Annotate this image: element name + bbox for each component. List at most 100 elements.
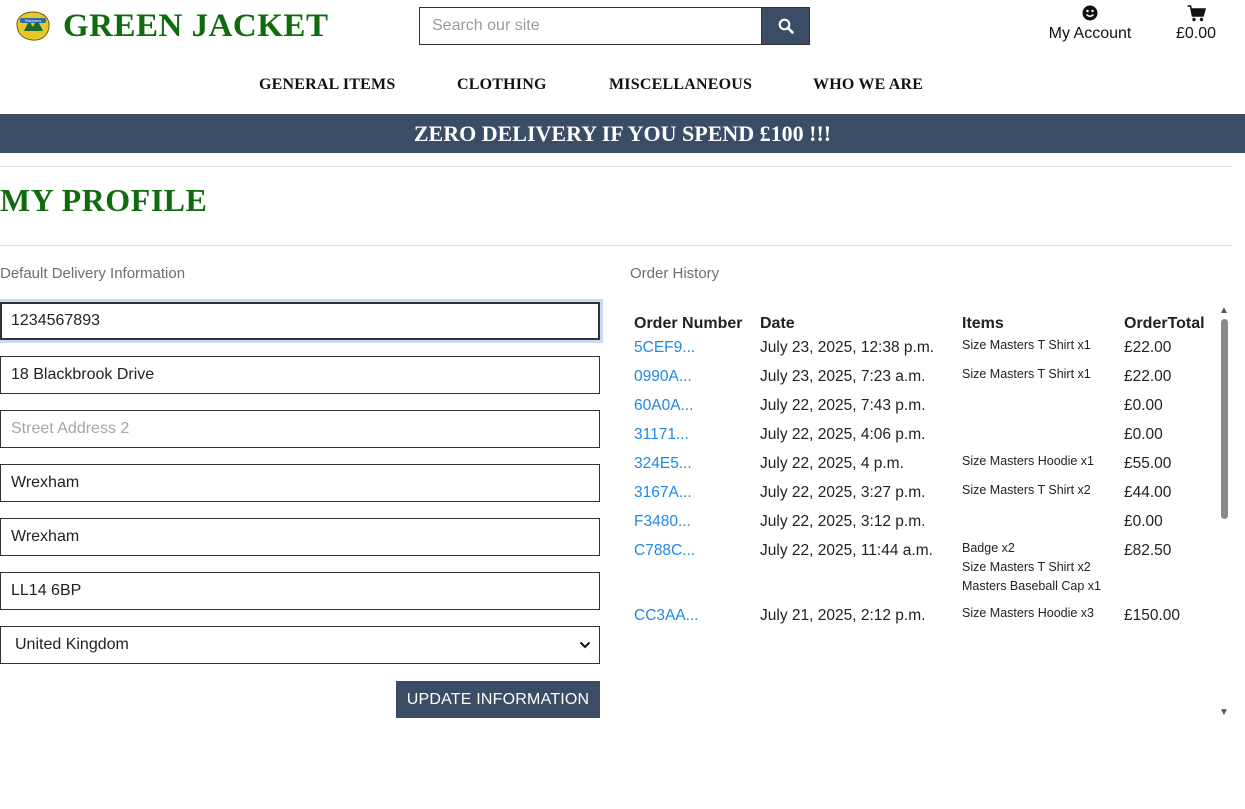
delivery-banner: ZERO DELIVERY IF YOU SPEND £100 !!!: [0, 114, 1245, 153]
order-date-cell: July 22, 2025, 7:43 p.m.: [760, 397, 926, 414]
table-header-row: Order Number Date Items OrderTotal: [630, 305, 1216, 335]
order-number-cell: 5CEF9...: [630, 335, 756, 364]
svg-text:Masters: Masters: [25, 18, 41, 23]
order-total-cell: £22.00: [1124, 339, 1172, 356]
table-row: 3167A... July 22, 2025, 3:27 p.m. Size Mas…: [630, 480, 1216, 509]
county-field[interactable]: [0, 518, 600, 556]
smiley-face-icon: [1040, 5, 1140, 25]
my-account-link[interactable]: My Account: [1040, 5, 1140, 43]
scroll-down-arrow-icon[interactable]: ▼: [1219, 707, 1229, 718]
order-number-cell: 31171...: [630, 422, 756, 451]
street-address-1-field[interactable]: [0, 356, 600, 394]
table-row: F3480... July 22, 2025, 3:12 p.m. £0.00: [630, 509, 1216, 538]
order-item-line: Size Masters Hoodie x3: [962, 606, 1095, 620]
order-item-line: Badge x2: [962, 541, 1015, 555]
order-item-line: Masters Baseball Cap x1: [962, 579, 1101, 593]
order-items-cell: Size Masters Hoodie x1: [958, 451, 1120, 480]
my-account-label: My Account: [1048, 25, 1132, 42]
site-logo[interactable]: Masters GREEN JACKET: [14, 8, 328, 44]
order-history-scrollbar[interactable]: ▲ ▼: [1218, 305, 1230, 718]
order-item-line: Size Masters Hoodie x1: [962, 454, 1095, 468]
order-items-cell: Size Masters T Shirt x1: [958, 335, 1120, 364]
street-address-2-field[interactable]: [0, 410, 600, 448]
shopping-bag-link[interactable]: £0.00: [1166, 5, 1226, 43]
update-information-button[interactable]: UPDATE INFORMATION: [396, 681, 600, 718]
order-items-cell: [958, 393, 1120, 422]
order-number-cell: 3167A...: [630, 480, 756, 509]
column-header: Order Number: [634, 315, 743, 332]
town-city-field[interactable]: [0, 464, 600, 502]
postcode-field[interactable]: [0, 572, 600, 610]
order-items-cell: [958, 509, 1120, 538]
table-row: 5CEF9... July 23, 2025, 12:38 p.m. Size Ma…: [630, 335, 1216, 364]
order-items-cell: Size Masters T Shirt x2: [958, 480, 1120, 509]
order-total-cell: £0.00: [1124, 397, 1163, 414]
brand-name: GREEN JACKET: [63, 8, 329, 44]
order-date-cell: July 22, 2025, 4:06 p.m.: [760, 426, 926, 443]
main-nav: GENERAL ITEMS CLOTHING MISCELLANEOUS WHO…: [0, 76, 1245, 96]
order-items-cell: Badge x2 Size Masters T Shirt x2 Masters B…: [958, 538, 1120, 603]
divider: [0, 166, 1232, 167]
order-item-line: Size Masters T Shirt x2: [962, 560, 1091, 574]
divider: [0, 245, 1232, 246]
table-row: 324E5... July 22, 2025, 4 p.m. Size Master…: [630, 451, 1216, 480]
order-number-cell: F3480...: [630, 509, 756, 538]
order-date-cell: July 23, 2025, 12:38 p.m.: [760, 339, 935, 356]
order-item-line: Size Masters T Shirt x2: [962, 483, 1091, 497]
search-form: [419, 7, 810, 45]
order-number-link[interactable]: 324E5...: [634, 455, 692, 472]
order-total-cell: £44.00: [1124, 484, 1172, 501]
order-number-link[interactable]: 3167A...: [634, 484, 692, 501]
order-number-link[interactable]: 60A0A...: [634, 397, 693, 414]
chevron-down-icon: [579, 641, 591, 649]
order-number-cell: 0990A...: [630, 364, 756, 393]
order-number-link[interactable]: CC3AA...: [634, 607, 699, 624]
scrollbar-thumb[interactable]: [1221, 319, 1228, 519]
order-number-link[interactable]: F3480...: [634, 513, 691, 530]
country-select[interactable]: United Kingdom: [0, 626, 600, 664]
table-row: CC3AA... July 21, 2025, 2:12 p.m. Size Mas…: [630, 603, 1216, 632]
nav-general-items[interactable]: GENERAL ITEMS: [259, 76, 395, 94]
order-number-cell: CC3AA...: [630, 603, 756, 632]
order-history-table[interactable]: Order Number Date Items OrderTotal 5CEF9…: [630, 305, 1216, 718]
search-input[interactable]: [419, 7, 761, 45]
delivery-info-heading: Default Delivery Information: [0, 265, 186, 282]
order-item-line: Size Masters T Shirt x1: [962, 367, 1091, 381]
scroll-up-arrow-icon[interactable]: ▲: [1219, 305, 1229, 316]
order-total-cell: £150.00: [1124, 607, 1181, 624]
order-number-link[interactable]: 5CEF9...: [634, 339, 695, 356]
order-items-cell: Size Masters T Shirt x1: [958, 364, 1120, 393]
order-items-cell: Size Masters Hoodie x3: [958, 603, 1120, 632]
table-row: 0990A... July 23, 2025, 7:23 a.m. Size Mas…: [630, 364, 1216, 393]
order-date-cell: July 21, 2025, 2:12 p.m.: [760, 607, 926, 624]
column-header: Items: [962, 315, 1004, 332]
order-number-link[interactable]: 31171...: [634, 426, 689, 443]
search-button[interactable]: [761, 7, 810, 45]
order-date-cell: July 22, 2025, 4 p.m.: [760, 455, 904, 472]
column-header: OrderTotal: [1124, 315, 1205, 332]
page-title: MY PROFILE: [0, 182, 208, 218]
order-number-cell: C788C...: [630, 538, 756, 603]
order-date-cell: July 22, 2025, 11:44 a.m.: [760, 542, 933, 559]
phone-number-field[interactable]: [0, 302, 600, 340]
bag-total: £0.00: [1175, 25, 1217, 42]
order-total-cell: £0.00: [1124, 513, 1163, 530]
nav-clothing[interactable]: CLOTHING: [457, 76, 547, 94]
order-number-cell: 324E5...: [630, 451, 756, 480]
table-row: C788C... July 22, 2025, 11:44 a.m. Badge x…: [630, 538, 1216, 603]
order-total-cell: £55.00: [1124, 455, 1172, 472]
nav-miscellaneous[interactable]: MISCELLANEOUS: [609, 76, 752, 94]
order-date-cell: July 22, 2025, 3:27 p.m.: [760, 484, 926, 501]
order-item-line: Size Masters T Shirt x1: [962, 338, 1091, 352]
order-number-cell: 60A0A...: [630, 393, 756, 422]
order-total-cell: £0.00: [1124, 426, 1163, 443]
order-date-cell: July 22, 2025, 3:12 p.m.: [760, 513, 926, 530]
search-icon: [778, 18, 794, 34]
order-number-link[interactable]: C788C...: [634, 542, 695, 559]
order-date-cell: July 23, 2025, 7:23 a.m.: [760, 368, 926, 385]
nav-who-we-are[interactable]: WHO WE ARE: [813, 76, 923, 94]
order-number-link[interactable]: 0990A...: [634, 368, 692, 385]
column-header: Date: [760, 315, 795, 332]
table-row: 31171... July 22, 2025, 4:06 p.m. £0.00: [630, 422, 1216, 451]
order-total-cell: £22.00: [1124, 368, 1172, 385]
